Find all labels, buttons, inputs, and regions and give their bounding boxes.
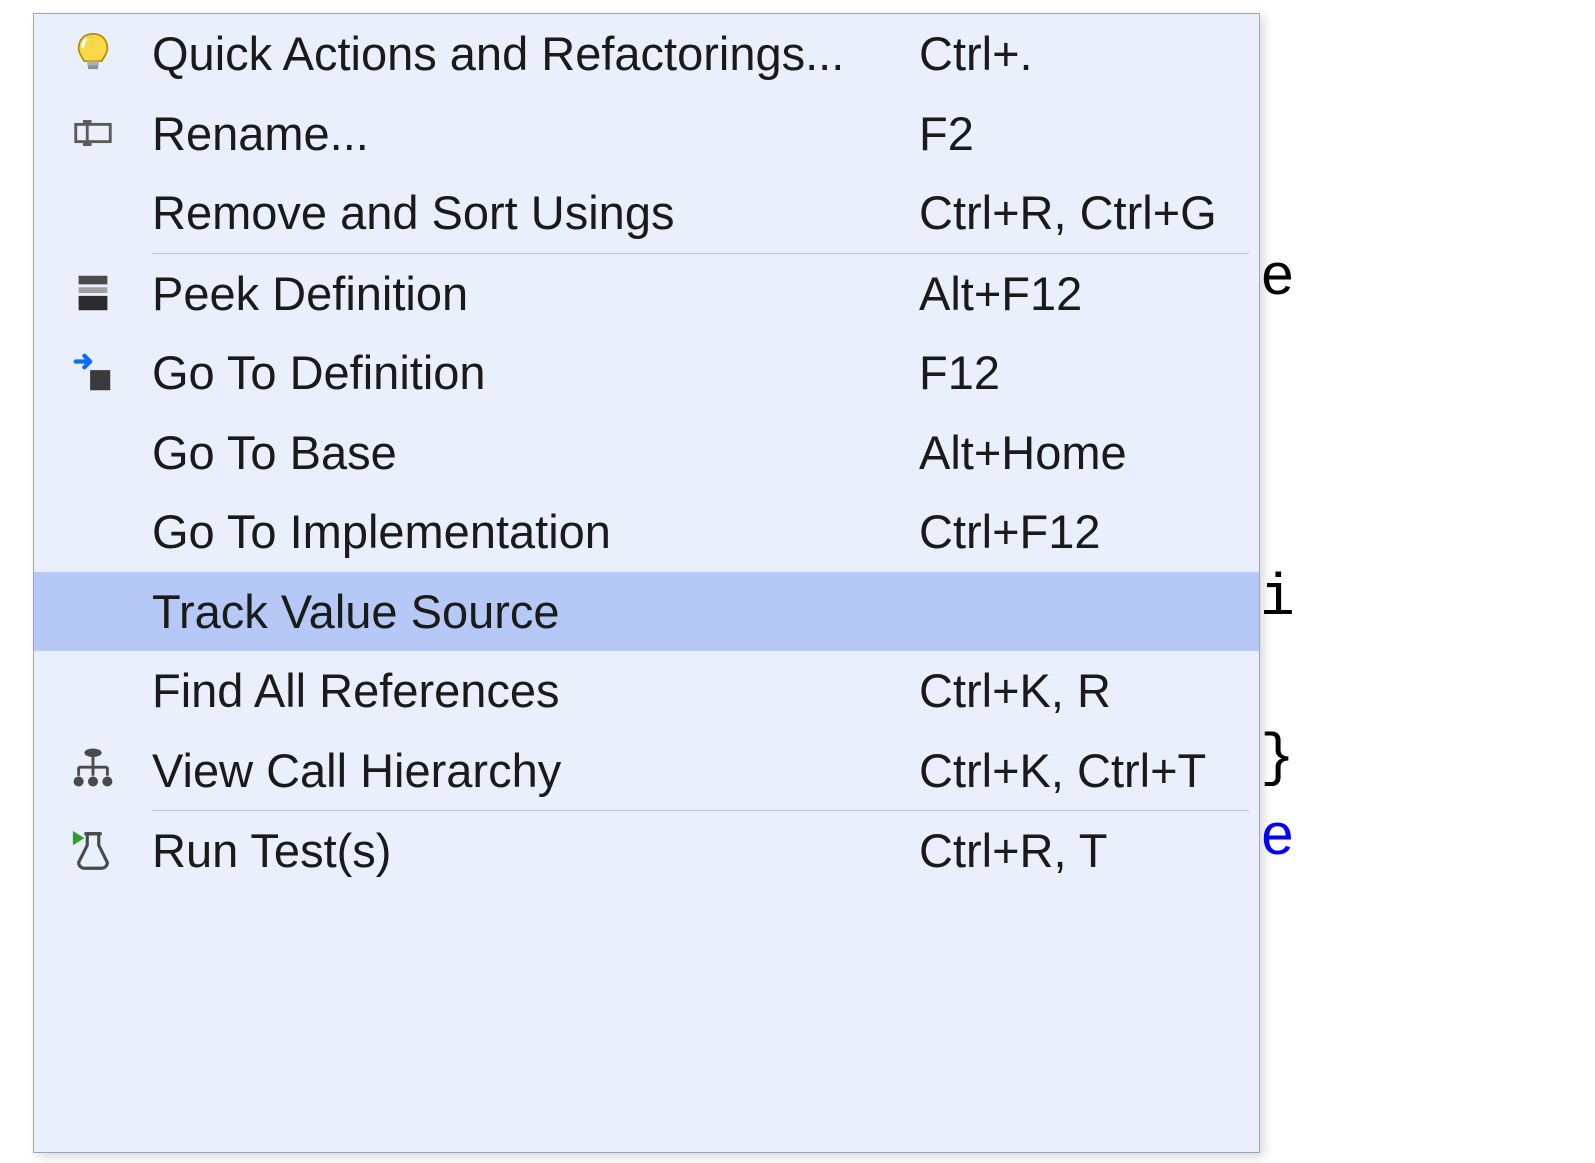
menu-item-label: Go To Base: [152, 425, 919, 480]
menu-item-view-call-hierarchy[interactable]: View Call Hierarchy Ctrl+K, Ctrl+T: [34, 731, 1259, 811]
menu-item-quick-actions[interactable]: Quick Actions and Refactorings... Ctrl+.: [34, 14, 1259, 94]
menu-item-go-to-implementation[interactable]: Go To Implementation Ctrl+F12: [34, 492, 1259, 572]
menu-item-shortcut: F12: [919, 345, 1259, 400]
menu-item-label: Rename...: [152, 106, 919, 161]
menu-item-track-value-source[interactable]: Track Value Source: [34, 572, 1259, 652]
menu-item-label: Peek Definition: [152, 266, 919, 321]
menu-item-shortcut: F2: [919, 106, 1259, 161]
goto-def-icon: [34, 350, 152, 396]
menu-item-shortcut: Alt+Home: [919, 425, 1259, 480]
menu-item-label: Track Value Source: [152, 584, 919, 639]
menu-item-shortcut: Ctrl+R, Ctrl+G: [919, 185, 1259, 240]
menu-item-rename[interactable]: Rename... F2: [34, 94, 1259, 174]
menu-item-shortcut: Ctrl+.: [919, 26, 1259, 81]
menu-item-go-to-definition[interactable]: Go To Definition F12: [34, 333, 1259, 413]
menu-item-run-tests[interactable]: Run Test(s) Ctrl+R, T: [34, 811, 1259, 891]
menu-item-shortcut: Ctrl+K, R: [919, 663, 1259, 718]
menu-item-shortcut: Ctrl+F12: [919, 504, 1259, 559]
rename-icon: [34, 110, 152, 156]
menu-item-find-all-references[interactable]: Find All References Ctrl+K, R: [34, 651, 1259, 731]
run-tests-icon: [34, 828, 152, 874]
menu-item-shortcut: Alt+F12: [919, 266, 1259, 321]
menu-item-go-to-base[interactable]: Go To Base Alt+Home: [34, 413, 1259, 493]
menu-item-label: View Call Hierarchy: [152, 743, 919, 798]
context-menu: Quick Actions and Refactorings... Ctrl+.…: [33, 13, 1260, 1153]
menu-item-label: Run Test(s): [152, 823, 919, 878]
call-hier-icon: [34, 747, 152, 793]
menu-item-peek-definition[interactable]: Peek Definition Alt+F12: [34, 254, 1259, 334]
menu-item-label: Go To Definition: [152, 345, 919, 400]
menu-item-label: Quick Actions and Refactorings...: [152, 26, 919, 81]
peek-icon: [34, 270, 152, 316]
menu-item-label: Go To Implementation: [152, 504, 919, 559]
menu-item-shortcut: Ctrl+R, T: [919, 823, 1259, 878]
background-code: e i } e: [1260, 0, 1595, 1163]
menu-item-remove-sort-usings[interactable]: Remove and Sort Usings Ctrl+R, Ctrl+G: [34, 173, 1259, 253]
menu-item-label: Find All References: [152, 663, 919, 718]
menu-item-label: Remove and Sort Usings: [152, 185, 919, 240]
menu-item-shortcut: Ctrl+K, Ctrl+T: [919, 743, 1259, 798]
lightbulb-icon: [34, 31, 152, 77]
